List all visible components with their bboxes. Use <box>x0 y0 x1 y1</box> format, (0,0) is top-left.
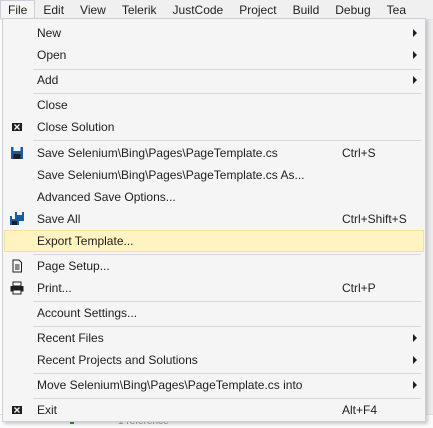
menu-item-label: Recent Projects and Solutions <box>37 353 198 367</box>
editor-scroll-strip <box>425 20 433 427</box>
menu-item-label: Save Selenium\Bing\Pages\PageTemplate.cs <box>37 146 278 160</box>
menu-item-label: Save All <box>37 212 81 226</box>
menu-item-label: Open <box>37 48 67 62</box>
menu-item-shortcut: Ctrl+Shift+S <box>342 212 407 226</box>
menu-item-recent-projects[interactable]: Recent Projects and Solutions <box>4 349 424 371</box>
file-menu-dropdown: New Open Add Close Close Solution Save S… <box>2 18 426 422</box>
menu-item-close[interactable]: Close <box>4 94 424 116</box>
menu-edit[interactable]: Edit <box>35 0 72 19</box>
save-icon <box>9 146 25 160</box>
menu-item-label: Exit <box>37 403 58 417</box>
menu-item-shortcut: Ctrl+S <box>342 146 376 160</box>
print-icon <box>9 281 25 295</box>
menu-debug[interactable]: Debug <box>327 0 378 19</box>
menu-item-page-setup[interactable]: Page Setup... <box>4 255 424 277</box>
menu-item-new[interactable]: New <box>4 22 424 44</box>
menu-build[interactable]: Build <box>285 0 328 19</box>
menu-team[interactable]: Tea <box>379 0 414 19</box>
menu-item-save-as[interactable]: Save Selenium\Bing\Pages\PageTemplate.cs… <box>4 164 424 186</box>
menu-item-label: Page Setup... <box>37 259 110 273</box>
menu-item-move-into[interactable]: Move Selenium\Bing\Pages\PageTemplate.cs… <box>4 374 424 396</box>
submenu-arrow-icon <box>413 29 417 37</box>
menu-item-open[interactable]: Open <box>4 44 424 66</box>
menu-item-export-template[interactable]: Export Template... <box>4 230 424 252</box>
menu-separator <box>33 140 421 141</box>
menu-item-label: Close Solution <box>37 120 115 134</box>
menu-item-label: Move Selenium\Bing\Pages\PageTemplate.cs… <box>37 378 303 392</box>
menu-item-label: Account Settings... <box>37 306 138 320</box>
menu-view[interactable]: View <box>72 0 114 19</box>
menu-item-save[interactable]: Save Selenium\Bing\Pages\PageTemplate.cs… <box>4 142 424 164</box>
menu-item-recent-files[interactable]: Recent Files <box>4 327 424 349</box>
menu-item-account-settings[interactable]: Account Settings... <box>4 302 424 324</box>
menu-item-label: Recent Files <box>37 331 104 345</box>
menu-item-label: New <box>37 26 62 40</box>
menu-item-shortcut: Alt+F4 <box>342 403 378 417</box>
menu-item-print[interactable]: Print... Ctrl+P <box>4 277 424 299</box>
close-solution-icon <box>9 120 25 134</box>
submenu-arrow-icon <box>413 51 417 59</box>
menu-item-label: Export Template... <box>37 234 134 248</box>
menu-item-close-solution[interactable]: Close Solution <box>4 116 424 138</box>
menu-item-exit[interactable]: Exit Alt+F4 <box>4 399 424 421</box>
submenu-arrow-icon <box>413 334 417 342</box>
menu-item-label: Print... <box>37 281 72 295</box>
menu-item-label: Advanced Save Options... <box>37 190 176 204</box>
submenu-arrow-icon <box>413 356 417 364</box>
save-all-icon <box>9 212 25 226</box>
menu-item-label: Close <box>37 98 68 112</box>
exit-icon <box>9 403 25 417</box>
menu-telerik[interactable]: Telerik <box>114 0 165 19</box>
menu-item-label: Save Selenium\Bing\Pages\PageTemplate.cs… <box>37 168 305 182</box>
menu-item-shortcut: Ctrl+P <box>342 281 376 295</box>
menu-item-advanced-save-options[interactable]: Advanced Save Options... <box>4 186 424 208</box>
submenu-arrow-icon <box>413 76 417 84</box>
menu-file[interactable]: File <box>0 0 36 19</box>
page-setup-icon <box>9 259 25 273</box>
menu-project[interactable]: Project <box>231 0 284 19</box>
menu-item-add[interactable]: Add <box>4 69 424 91</box>
submenu-arrow-icon <box>413 381 417 389</box>
menu-item-save-all[interactable]: Save All Ctrl+Shift+S <box>4 208 424 230</box>
menu-item-label: Add <box>37 73 59 87</box>
menu-justcode[interactable]: JustCode <box>165 0 232 19</box>
menu-bar: File Edit View Telerik JustCode Project … <box>0 0 433 20</box>
